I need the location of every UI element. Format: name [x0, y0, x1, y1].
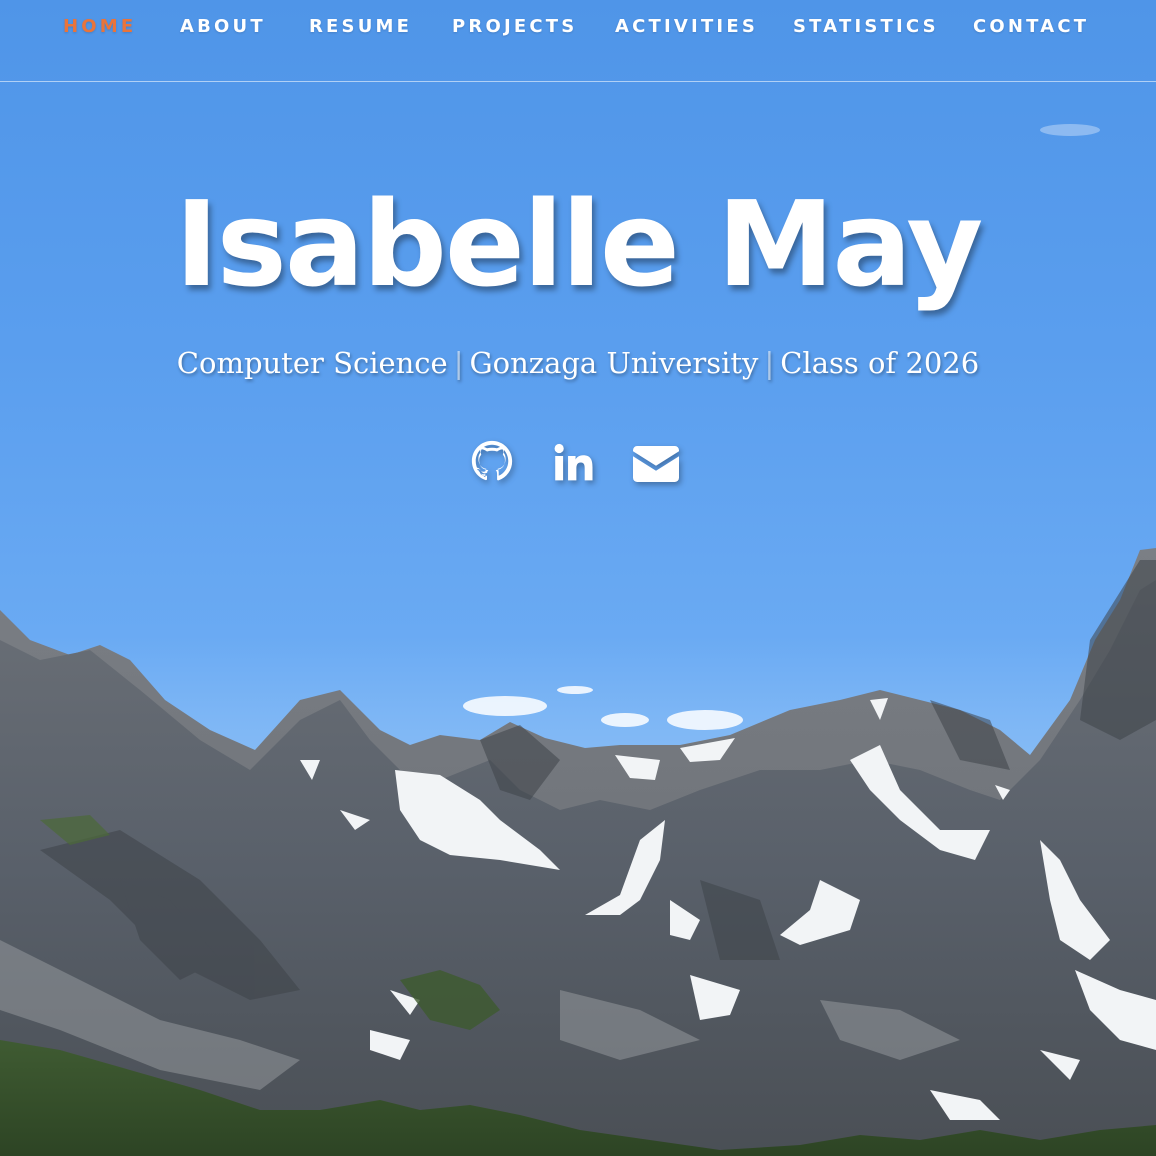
subtitle-major: Computer Science — [176, 346, 448, 380]
envelope-icon — [633, 446, 679, 482]
mountain-background-image — [0, 124, 1156, 1156]
github-icon — [471, 440, 513, 481]
nav-item-home[interactable]: HOME — [63, 16, 136, 37]
hero-subtitle: Computer Science | Gonzaga University | Clas… — [0, 346, 1156, 380]
nav-item-resume[interactable]: RESUME — [309, 16, 412, 37]
nav-item-contact[interactable]: CONTACT — [973, 16, 1089, 37]
github-link[interactable] — [471, 440, 513, 488]
top-navbar: HOME ABOUT RESUME PROJECTS ACTIVITIES ST… — [0, 0, 1156, 82]
linkedin-link[interactable] — [551, 440, 595, 488]
subtitle-school: Gonzaga University — [469, 346, 759, 380]
nav-item-activities[interactable]: ACTIVITIES — [615, 16, 758, 37]
social-links — [0, 440, 1156, 490]
nav-menu: HOME ABOUT RESUME PROJECTS ACTIVITIES ST… — [0, 0, 1156, 56]
subtitle-separator: | — [764, 346, 775, 380]
nav-item-projects[interactable]: PROJECTS — [452, 16, 577, 37]
linkedin-icon — [554, 443, 593, 481]
subtitle-class: Class of 2026 — [780, 346, 980, 380]
subtitle-separator: | — [453, 346, 464, 380]
nav-item-about[interactable]: ABOUT — [180, 16, 266, 37]
hero-section — [0, 0, 1156, 1156]
nav-item-statistics[interactable]: STATISTICS — [793, 16, 939, 37]
hero-name-heading: Isabelle May — [174, 175, 984, 313]
email-link[interactable] — [632, 440, 680, 488]
